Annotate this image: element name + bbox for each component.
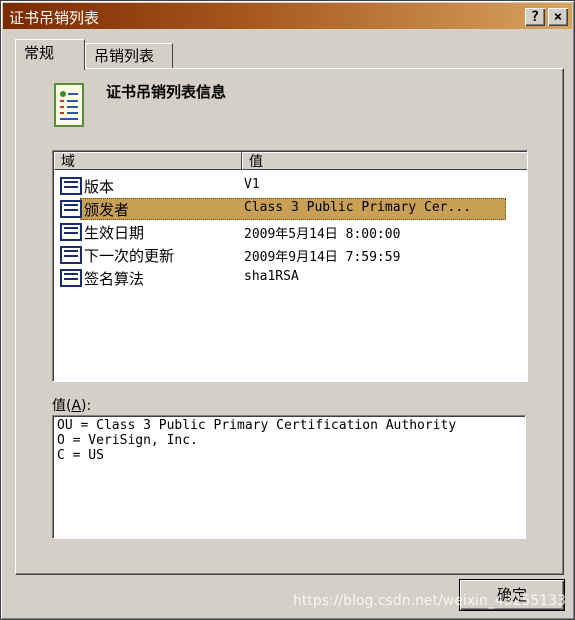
list-header: 域 值 [54,152,527,172]
field-value: V1 [244,177,260,192]
certificate-icon [54,83,84,127]
field-value: Class 3 Public Primary Cer... [244,200,471,215]
field-name: 生效日期 [84,224,145,242]
close-button[interactable]: × [548,8,568,26]
field-icon [60,200,82,218]
help-button[interactable]: ? [525,8,545,26]
field-value: 2009年5月14日 8:00:00 [244,227,401,242]
watermark-text: https://blog.csdn.net/weixin_43255133 [293,593,567,609]
field-icon [60,246,82,264]
field-value: sha1RSA [244,269,299,284]
field-name: 颁发者 [84,201,130,219]
field-value: 2009年9月14日 7:59:59 [244,250,401,265]
value-label-prefix: 值( [52,398,72,414]
tab-panel-general: 证书吊销列表信息 域 值 版本 V1 颁发者 Class 3 Public Pr… [15,68,564,575]
column-header-value[interactable]: 值 [242,152,527,170]
tab-strip: 常规 吊销列表 [15,39,555,70]
field-name: 版本 [84,178,115,196]
column-header-field[interactable]: 域 [54,152,242,170]
field-icon [60,269,82,287]
value-detail-textbox[interactable]: OU = Class 3 Public Primary Certificatio… [52,415,526,539]
list-item[interactable]: 版本 V1 [54,174,524,196]
list-item[interactable]: 下一次的更新 2009年9月14日 7:59:59 [54,243,524,265]
value-label-accelerator: A [71,398,82,414]
value-label: 值(A): [52,395,91,415]
tab-revocation-list[interactable]: 吊销列表 [85,43,173,68]
tab-general[interactable]: 常规 [15,39,85,70]
header-title: 证书吊销列表信息 [106,83,227,101]
field-list[interactable]: 域 值 版本 V1 颁发者 Class 3 Public Primary Cer… [52,150,528,382]
field-icon [60,177,82,195]
field-icon [60,223,82,241]
field-name: 下一次的更新 [84,247,175,265]
dialog-window: 证书吊销列表 ? × 常规 吊销列表 证书吊销列表信息 域 值 版本 V1 颁发… [0,0,575,620]
value-label-suffix: ): [81,398,92,414]
title-bar[interactable]: 证书吊销列表 ? × [3,3,572,29]
field-name: 签名算法 [84,270,145,288]
list-item[interactable]: 生效日期 2009年5月14日 8:00:00 [54,220,524,242]
list-item[interactable]: 签名算法 sha1RSA [54,266,524,288]
window-title: 证书吊销列表 [9,9,100,27]
list-item-selected[interactable]: 颁发者 Class 3 Public Primary Cer... [54,197,524,220]
